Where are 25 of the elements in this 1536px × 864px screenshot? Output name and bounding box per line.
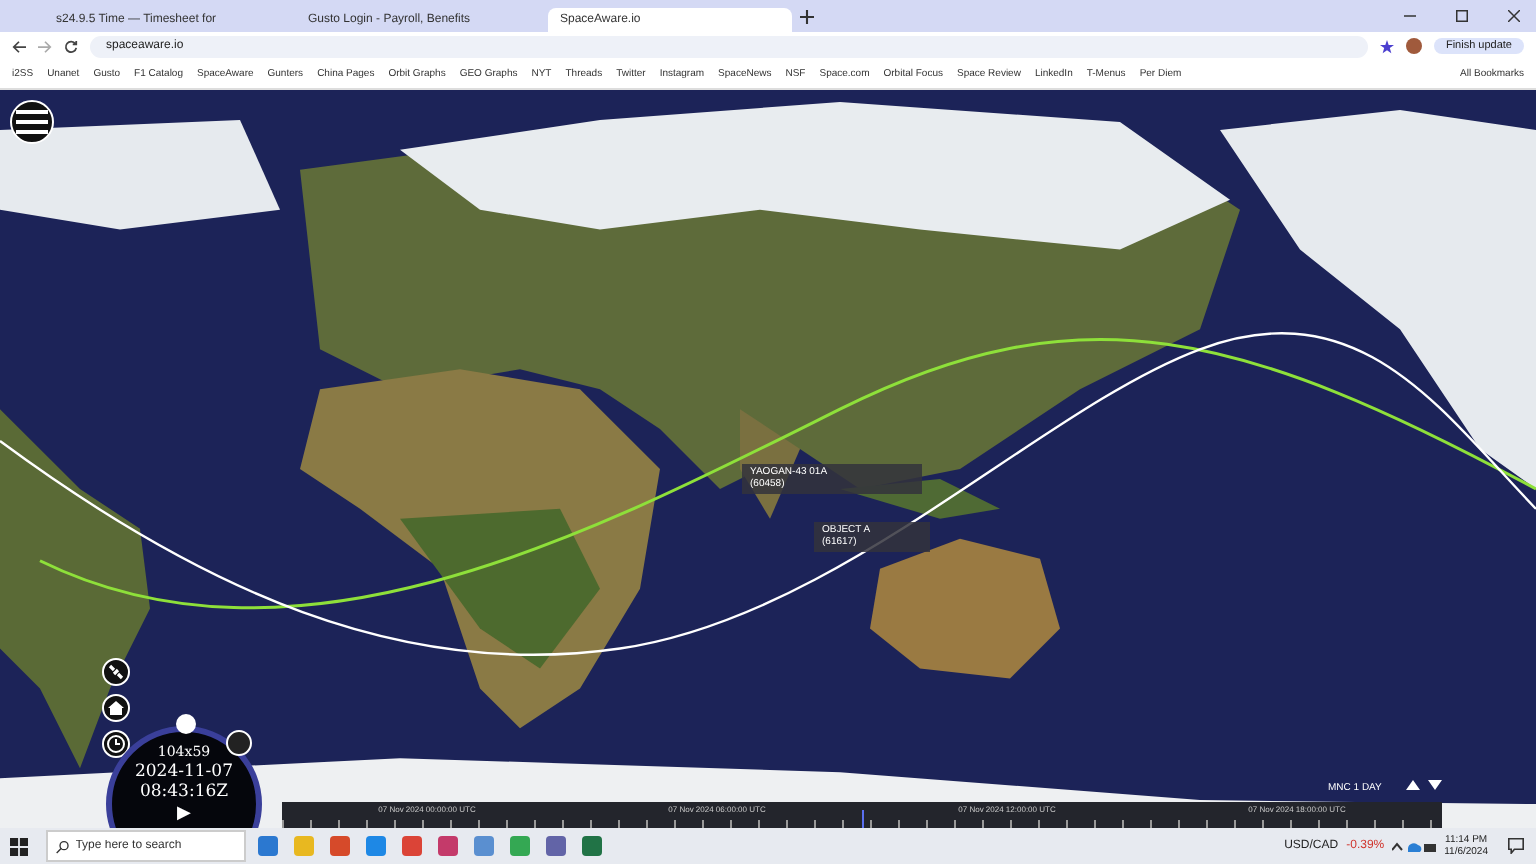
- star-icon[interactable]: [1379, 39, 1394, 53]
- app-icon[interactable]: [362, 832, 390, 860]
- minimize-icon[interactable]: [1404, 10, 1416, 22]
- date-text: 2024-11-07: [134, 762, 233, 782]
- maximize-icon[interactable]: [1456, 10, 1468, 22]
- speed-arrows-icon[interactable]: [1406, 780, 1442, 792]
- app-icon[interactable]: [470, 832, 498, 860]
- app-icon[interactable]: [542, 832, 570, 860]
- windows-icon[interactable]: [10, 837, 28, 855]
- app-icon[interactable]: [326, 832, 354, 860]
- app-icon[interactable]: [254, 832, 282, 860]
- app-icon[interactable]: [506, 832, 534, 860]
- app-icon[interactable]: [578, 832, 606, 860]
- search-icon: [56, 839, 70, 853]
- back-icon[interactable]: [12, 39, 26, 53]
- avatar-icon[interactable]: [1405, 38, 1422, 54]
- close-icon[interactable]: [1508, 10, 1520, 22]
- time-text: 08:43:16Z: [139, 782, 229, 802]
- notification-icon[interactable]: [1508, 838, 1524, 854]
- app-icon[interactable]: [434, 832, 462, 860]
- tray-icons-drawing[interactable]: [1392, 839, 1437, 853]
- reload-icon[interactable]: [64, 39, 78, 53]
- play-button[interactable]: ▶: [177, 804, 191, 824]
- app-icon[interactable]: [398, 832, 426, 860]
- plus-icon[interactable]: [800, 9, 814, 23]
